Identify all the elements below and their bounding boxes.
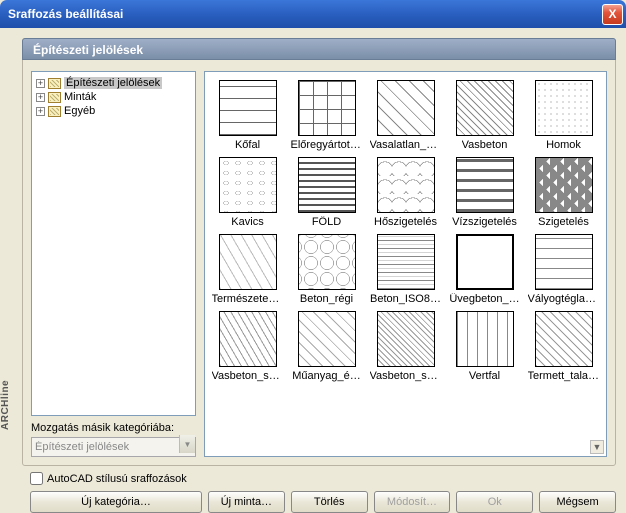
pattern-swatch[interactable]: FÖLD: [288, 155, 365, 230]
pattern-preview: [298, 234, 356, 290]
pattern-preview: [298, 80, 356, 136]
pattern-preview: [456, 311, 514, 367]
tree-item-epiteszeti[interactable]: + Építészeti jelölések: [34, 76, 193, 90]
pattern-swatch[interactable]: Kőfal: [209, 78, 286, 153]
pattern-swatch[interactable]: Vertfal: [446, 309, 523, 384]
pattern-swatch[interactable]: Üvegbeton_…: [446, 232, 523, 307]
pattern-label: Vasbeton_sz…: [212, 370, 284, 382]
pattern-preview: [535, 311, 593, 367]
expand-icon[interactable]: +: [36, 93, 45, 102]
window-title: Sraffozás beállításai: [8, 7, 602, 21]
pattern-swatch[interactable]: Vasbeton_sz…: [367, 309, 444, 384]
pattern-preview: [298, 311, 356, 367]
pattern-swatch[interactable]: Termett_talaj…: [525, 309, 602, 384]
tree-item-mintak[interactable]: + Minták: [34, 90, 193, 104]
delete-button[interactable]: Törlés: [291, 491, 368, 513]
pattern-swatch[interactable]: Homok: [525, 78, 602, 153]
pattern-label: Vasbeton: [462, 139, 508, 151]
pattern-grid: Kőfal Előregyártott… Vasalatlan_b… Vasbeton…: [209, 78, 602, 384]
pattern-preview: [535, 234, 593, 290]
autocad-style-checkbox[interactable]: [30, 472, 43, 485]
tree-item-label: Minták: [64, 91, 96, 103]
window-close-button[interactable]: X: [602, 4, 623, 25]
pattern-label: Szigetelés: [538, 216, 589, 228]
modify-button: Módosít…: [374, 491, 451, 513]
expand-icon[interactable]: +: [36, 107, 45, 116]
pattern-swatch[interactable]: Vasalatlan_b…: [367, 78, 444, 153]
pattern-label: Műanyag_é…: [292, 370, 361, 382]
pattern-swatch[interactable]: Vasbeton: [446, 78, 523, 153]
pattern-swatch[interactable]: Beton_ISO8…: [367, 232, 444, 307]
pattern-label: Üvegbeton_…: [449, 293, 519, 305]
pattern-label: Kavics: [231, 216, 263, 228]
tree-item-label: Egyéb: [64, 105, 95, 117]
pattern-preview: [377, 157, 435, 213]
cancel-button[interactable]: Mégsem: [539, 491, 616, 513]
pattern-swatch[interactable]: Beton_régi: [288, 232, 365, 307]
pattern-preview: [377, 80, 435, 136]
pattern-preview: [377, 311, 435, 367]
pattern-preview: [535, 80, 593, 136]
autocad-style-label: AutoCAD stílusú sraffozások: [47, 473, 187, 485]
folder-icon: [48, 92, 61, 103]
pattern-swatch[interactable]: Vasbeton_sz…: [209, 309, 286, 384]
button-row: Új kategória… Új minta… Törlés Módosít… …: [30, 491, 616, 513]
ok-button: Ok: [456, 491, 533, 513]
pattern-label: Természetes…: [212, 293, 284, 305]
pattern-label: Kőfal: [235, 139, 260, 151]
window-titlebar: Sraffozás beállításai X: [0, 0, 626, 28]
pattern-label: Beton_régi: [300, 293, 353, 305]
new-pattern-button[interactable]: Új minta…: [208, 491, 285, 513]
pattern-swatch[interactable]: Természetes…: [209, 232, 286, 307]
tree-panel: + Építészeti jelölések + Minták +: [31, 71, 196, 457]
pattern-swatch[interactable]: Szigetelés: [525, 155, 602, 230]
dialog-body: ARCHline Építészeti jelölések + Építésze…: [0, 28, 626, 511]
pattern-label: Vasbeton_sz…: [370, 370, 442, 382]
folder-icon: [48, 106, 61, 117]
pattern-label: Előregyártott…: [291, 139, 363, 151]
scroll-down-icon[interactable]: ▼: [590, 440, 604, 454]
tree-item-label: Építészeti jelölések: [64, 77, 162, 89]
pattern-preview: [456, 80, 514, 136]
pattern-label: Homok: [546, 139, 581, 151]
expand-icon[interactable]: +: [36, 79, 45, 88]
pattern-preview: [456, 157, 514, 213]
hatch-groupbox: Építészeti jelölések + Építészeti jelölé…: [22, 38, 616, 466]
pattern-label: Vízszigetelés: [452, 216, 517, 228]
pattern-swatch[interactable]: Előregyártott…: [288, 78, 365, 153]
pattern-label: Beton_ISO8…: [370, 293, 441, 305]
pattern-label: Hőszigetelés: [374, 216, 437, 228]
pattern-swatch[interactable]: Kavics: [209, 155, 286, 230]
move-category-section: Mozgatás másik kategóriába: ▼: [31, 422, 196, 457]
pattern-label: Vályogtégla_…: [528, 293, 600, 305]
pattern-label: Vertfal: [469, 370, 500, 382]
autocad-style-row: AutoCAD stílusú sraffozások: [30, 472, 620, 485]
pattern-preview: [219, 234, 277, 290]
pattern-swatch[interactable]: Vízszigetelés: [446, 155, 523, 230]
pattern-label: FÖLD: [312, 216, 341, 228]
pattern-preview: [456, 234, 514, 290]
pattern-preview: [219, 157, 277, 213]
pattern-preview: [535, 157, 593, 213]
tree-item-egyeb[interactable]: + Egyéb: [34, 104, 193, 118]
pattern-swatch[interactable]: Hőszigetelés: [367, 155, 444, 230]
pattern-label: Vasalatlan_b…: [370, 139, 442, 151]
pattern-preview: [219, 311, 277, 367]
new-category-button[interactable]: Új kategória…: [30, 491, 202, 513]
close-icon: X: [608, 7, 616, 21]
category-tree[interactable]: + Építészeti jelölések + Minták +: [31, 71, 196, 416]
group-title: Építészeti jelölések: [22, 38, 616, 60]
pattern-swatch[interactable]: Vályogtégla_…: [525, 232, 602, 307]
folder-icon: [48, 78, 61, 89]
dropdown-icon: ▼: [179, 435, 195, 453]
pattern-grid-panel: Kőfal Előregyártott… Vasalatlan_b… Vasbeton…: [204, 71, 607, 457]
pattern-preview: [219, 80, 277, 136]
pattern-swatch[interactable]: Műanyag_é…: [288, 309, 365, 384]
pattern-preview: [377, 234, 435, 290]
move-category-label: Mozgatás másik kategóriába:: [31, 422, 174, 434]
pattern-label: Termett_talaj…: [528, 370, 600, 382]
move-category-select: [31, 437, 196, 457]
pattern-preview: [298, 157, 356, 213]
